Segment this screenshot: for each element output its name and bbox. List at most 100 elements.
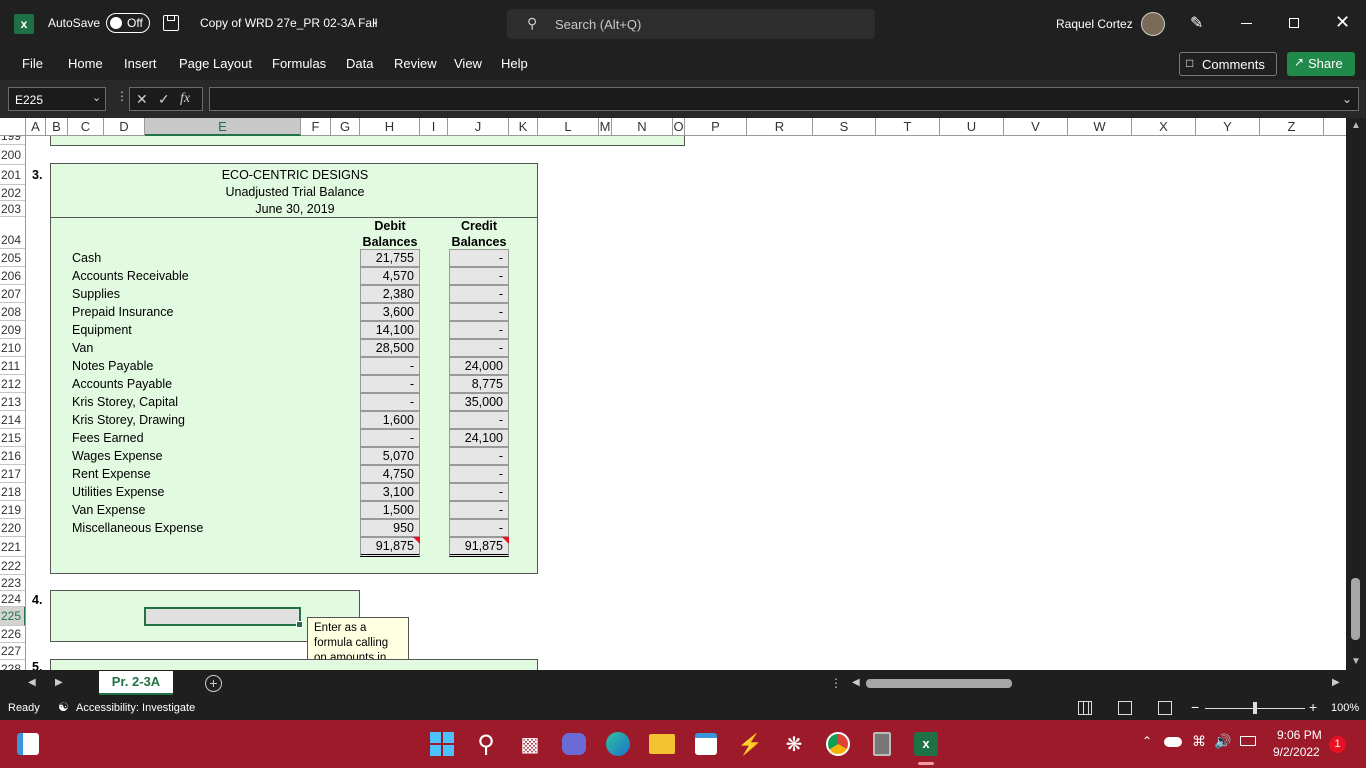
- row-header[interactable]: 222: [0, 557, 25, 575]
- zoom-out-icon[interactable]: −: [1191, 699, 1199, 715]
- comment-flag-icon[interactable]: [413, 537, 420, 544]
- row-header[interactable]: 204: [0, 217, 25, 249]
- column-header[interactable]: I: [420, 118, 448, 136]
- debit-cell[interactable]: 1,500: [360, 501, 420, 519]
- accessibility-icon[interactable]: ☯: [58, 700, 69, 714]
- close-icon[interactable]: ✕: [1335, 12, 1350, 33]
- share-button[interactable]: ↗ Share: [1287, 52, 1355, 76]
- restore-icon[interactable]: [1289, 18, 1299, 28]
- row-header[interactable]: 213: [0, 393, 25, 411]
- sheet-tab-pr-2-3a[interactable]: Pr. 2-3A: [99, 671, 173, 695]
- autosave-toggle[interactable]: Off: [106, 13, 150, 33]
- debit-cell[interactable]: 3,100: [360, 483, 420, 501]
- column-header[interactable]: G: [331, 118, 360, 136]
- debit-cell[interactable]: -: [360, 375, 420, 393]
- search-icon[interactable]: ⚲: [472, 730, 500, 758]
- credit-cell[interactable]: -: [449, 321, 509, 339]
- debit-cell[interactable]: 3,600: [360, 303, 420, 321]
- column-header[interactable]: S: [813, 118, 876, 136]
- debit-cell[interactable]: -: [360, 393, 420, 411]
- row-header[interactable]: 209: [0, 321, 25, 339]
- expand-formula-icon[interactable]: ⌄: [1342, 92, 1352, 106]
- credit-cell[interactable]: 8,775: [449, 375, 509, 393]
- credit-cell[interactable]: -: [449, 267, 509, 285]
- page-break-view-icon[interactable]: [1158, 701, 1172, 715]
- clock-time[interactable]: 9:06 PM: [1277, 728, 1322, 742]
- debit-cell[interactable]: 4,750: [360, 465, 420, 483]
- debit-cell[interactable]: 950: [360, 519, 420, 537]
- zoom-slider[interactable]: [1205, 702, 1305, 714]
- credit-cell[interactable]: -: [449, 447, 509, 465]
- row-header[interactable]: 220: [0, 519, 25, 537]
- debit-cell[interactable]: 14,100: [360, 321, 420, 339]
- column-header[interactable]: U: [940, 118, 1004, 136]
- row-header[interactable]: 208: [0, 303, 25, 321]
- column-header[interactable]: O: [673, 118, 685, 136]
- battery-icon[interactable]: [1240, 736, 1256, 746]
- column-header[interactable]: M: [599, 118, 612, 136]
- zoom-level[interactable]: 100%: [1331, 702, 1359, 714]
- tab-help[interactable]: Help: [501, 56, 528, 71]
- calculator-icon[interactable]: [868, 730, 896, 758]
- credit-cell[interactable]: -: [449, 249, 509, 267]
- active-cell-e225[interactable]: [144, 607, 303, 628]
- tab-review[interactable]: Review: [394, 56, 437, 71]
- credit-cell[interactable]: -: [449, 501, 509, 519]
- scroll-left-icon[interactable]: ◀: [852, 677, 860, 688]
- row-header[interactable]: 227: [0, 643, 25, 660]
- row-header[interactable]: 207: [0, 285, 25, 303]
- credit-cell[interactable]: -: [449, 303, 509, 321]
- notification-badge[interactable]: 1: [1329, 736, 1346, 753]
- row-header[interactable]: 212: [0, 375, 25, 393]
- zoom-slider-thumb[interactable]: [1253, 702, 1257, 714]
- column-header[interactable]: Y: [1196, 118, 1260, 136]
- column-header[interactable]: T: [876, 118, 940, 136]
- minimize-icon[interactable]: [1241, 23, 1252, 24]
- row-header[interactable]: 216: [0, 447, 25, 465]
- add-sheet-icon[interactable]: +: [205, 675, 222, 692]
- chrome-icon[interactable]: [824, 730, 852, 758]
- document-title[interactable]: Copy of WRD 27e_PR 02-3A Fall: [200, 16, 377, 30]
- row-header[interactable]: 214: [0, 411, 25, 429]
- zoom-in-icon[interactable]: +: [1309, 699, 1317, 715]
- debit-cell[interactable]: 4,570: [360, 267, 420, 285]
- normal-view-icon[interactable]: [1078, 701, 1092, 715]
- credit-cell[interactable]: -: [449, 483, 509, 501]
- row-header[interactable]: 199: [0, 136, 25, 145]
- credit-cell[interactable]: -: [449, 519, 509, 537]
- debit-cell[interactable]: 28,500: [360, 339, 420, 357]
- column-header[interactable]: N: [612, 118, 673, 136]
- row-header[interactable]: 219: [0, 501, 25, 519]
- column-header[interactable]: F: [301, 118, 331, 136]
- row-header[interactable]: 201: [0, 165, 25, 185]
- column-header[interactable]: V: [1004, 118, 1068, 136]
- vertical-scrollbar[interactable]: ▲ ▼: [1346, 118, 1366, 670]
- credit-cell[interactable]: 24,000: [449, 357, 509, 375]
- next-sheet-icon[interactable]: ▶: [55, 677, 63, 688]
- column-header[interactable]: K: [509, 118, 538, 136]
- pen-icon[interactable]: ✎: [1190, 13, 1203, 33]
- row-header-selected[interactable]: 225: [0, 607, 25, 626]
- column-header[interactable]: A: [26, 118, 46, 136]
- task-view-icon[interactable]: ▩: [516, 730, 544, 758]
- tab-data[interactable]: Data: [346, 56, 373, 71]
- tab-home[interactable]: Home: [68, 56, 103, 71]
- credit-cell[interactable]: -: [449, 285, 509, 303]
- row-header[interactable]: 224: [0, 591, 25, 607]
- row-header[interactable]: 210: [0, 339, 25, 357]
- debit-cell[interactable]: 21,755: [360, 249, 420, 267]
- page-layout-view-icon[interactable]: [1118, 701, 1132, 715]
- accessibility-status[interactable]: Accessibility: Investigate: [76, 702, 195, 714]
- scroll-down-icon[interactable]: ▼: [1351, 656, 1361, 667]
- column-header[interactable]: B: [46, 118, 68, 136]
- total-credit-cell[interactable]: 91,875: [449, 537, 509, 557]
- formula-input[interactable]: [209, 87, 1359, 111]
- column-header[interactable]: R: [747, 118, 813, 136]
- scroll-up-icon[interactable]: ▲: [1351, 120, 1361, 131]
- debit-cell[interactable]: 1,600: [360, 411, 420, 429]
- wifi-icon[interactable]: ⌘: [1192, 733, 1206, 750]
- user-name[interactable]: Raquel Cortez: [1056, 17, 1133, 31]
- more-options-icon[interactable]: ⋮: [830, 676, 842, 690]
- column-header[interactable]: W: [1068, 118, 1132, 136]
- column-header[interactable]: C: [68, 118, 104, 136]
